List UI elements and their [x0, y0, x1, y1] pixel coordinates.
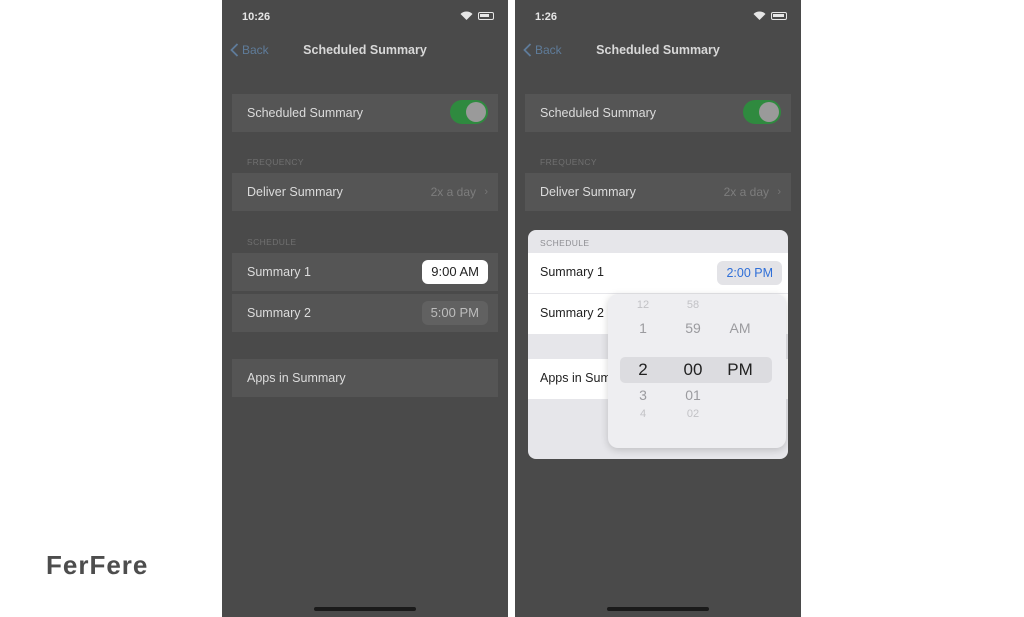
chevron-right-icon: › — [484, 186, 488, 198]
picker-am[interactable]: AM — [720, 320, 760, 336]
toggle-knob — [466, 102, 486, 122]
summary-2-time-button[interactable]: 5:00 PM — [421, 301, 488, 325]
time-picker[interactable]: 12 1 2 3 4 58 59 00 01 02 AM PM — [608, 294, 786, 448]
picker-hour[interactable]: 3 — [623, 387, 663, 403]
apps-in-summary-row[interactable]: Apps in Summary — [232, 359, 498, 397]
deliver-summary-label: Deliver Summary — [540, 185, 636, 199]
deliver-summary-value: 2x a day — [430, 185, 476, 199]
status-time: 10:26 — [242, 11, 271, 23]
deliver-summary-row[interactable]: Deliver Summary 2x a day › — [525, 173, 791, 211]
picker-minute[interactable]: 01 — [673, 387, 713, 403]
picker-minute[interactable]: 59 — [673, 320, 713, 336]
summary-1-row: Summary 1 2:00 PM — [528, 253, 788, 293]
schedule-header: SCHEDULE — [540, 238, 590, 248]
picker-pm-selected[interactable]: PM — [720, 360, 760, 380]
schedule-card: SCHEDULE Summary 1 2:00 PM Summary 2 App… — [528, 230, 788, 459]
picker-hour[interactable]: 4 — [623, 408, 663, 420]
status-icons — [460, 11, 494, 20]
home-indicator[interactable] — [314, 607, 416, 611]
picker-hour[interactable]: 1 — [623, 320, 663, 336]
deliver-summary-row[interactable]: Deliver Summary 2x a day › — [232, 173, 498, 211]
summary-1-row: Summary 1 9:00 AM — [232, 253, 498, 291]
chevron-right-icon: › — [777, 186, 781, 198]
scheduled-summary-label: Scheduled Summary — [540, 106, 657, 120]
wifi-icon — [460, 11, 473, 20]
phone-screen-right: 1:26 Back Scheduled Summary Scheduled Su… — [515, 0, 801, 617]
apps-in-summary-label: Apps in Sum — [540, 371, 611, 385]
battery-icon — [478, 11, 494, 20]
summary-1-label: Summary 1 — [247, 265, 311, 279]
scheduled-summary-row: Scheduled Summary — [525, 94, 791, 132]
scheduled-summary-toggle[interactable] — [450, 100, 488, 124]
summary-1-time-button[interactable]: 2:00 PM — [717, 261, 782, 285]
scheduled-summary-row: Scheduled Summary — [232, 94, 498, 132]
toggle-knob — [759, 102, 779, 122]
picker-minute[interactable]: 58 — [673, 299, 713, 311]
status-time: 1:26 — [535, 11, 558, 23]
home-indicator[interactable] — [607, 607, 709, 611]
status-icons — [753, 11, 787, 20]
summary-1-time-button[interactable]: 9:00 AM — [422, 260, 488, 284]
picker-minute[interactable]: 02 — [673, 408, 713, 420]
frequency-header: FREQUENCY — [540, 157, 597, 167]
summary-2-label: Summary 2 — [247, 306, 311, 320]
picker-hour[interactable]: 12 — [623, 299, 663, 311]
summary-1-label: Summary 1 — [540, 265, 604, 279]
picker-hour-selected[interactable]: 2 — [623, 360, 663, 380]
scheduled-summary-label: Scheduled Summary — [247, 106, 364, 120]
phone-screen-left: 10:26 Back Scheduled Summary Scheduled S… — [222, 0, 508, 617]
page-title: Scheduled Summary — [303, 43, 427, 57]
battery-icon — [771, 11, 787, 20]
wifi-icon — [753, 11, 766, 20]
frequency-header: FREQUENCY — [247, 157, 304, 167]
summary-2-row: Summary 2 5:00 PM — [232, 294, 498, 332]
schedule-header: SCHEDULE — [247, 237, 297, 247]
scheduled-summary-toggle[interactable] — [743, 100, 781, 124]
page-title: Scheduled Summary — [596, 43, 720, 57]
summary-2-label: Summary 2 — [540, 306, 604, 320]
deliver-summary-value: 2x a day — [723, 185, 769, 199]
deliver-summary-label: Deliver Summary — [247, 185, 343, 199]
brand-watermark: FerFere — [46, 550, 149, 580]
apps-in-summary-label: Apps in Summary — [247, 371, 346, 385]
picker-minute-selected[interactable]: 00 — [673, 360, 713, 380]
